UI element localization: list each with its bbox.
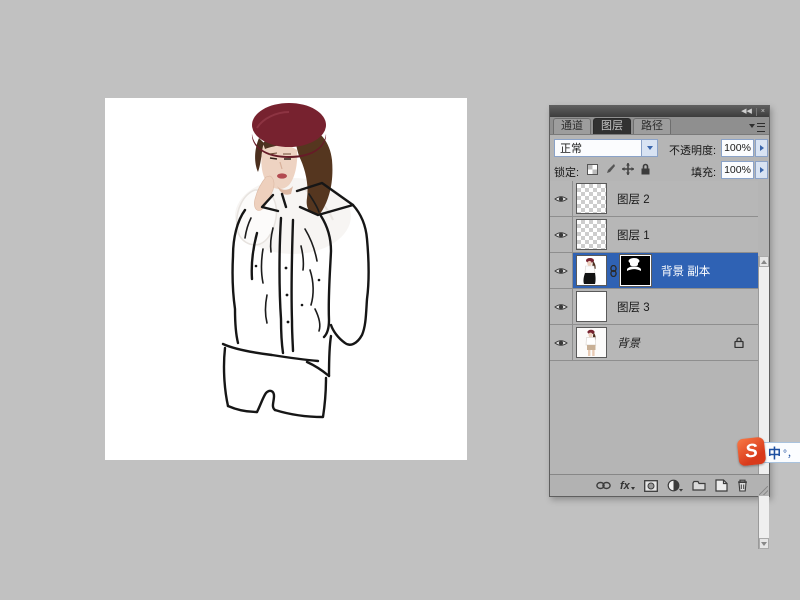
layers-scrollbar[interactable]	[758, 256, 769, 549]
layer-row-layer2[interactable]: 图层 2	[550, 181, 758, 217]
sogou-ime-logo[interactable]: S	[737, 437, 767, 467]
lock-label: 锁定:	[554, 164, 579, 180]
layer-style-fx-icon[interactable]: fx	[620, 480, 635, 492]
arrow-right-icon	[760, 145, 764, 151]
eye-icon[interactable]	[554, 230, 568, 240]
visibility-cell[interactable]	[550, 325, 573, 360]
blend-mode-value: 正常	[555, 140, 641, 156]
layer-name: 图层 2	[617, 191, 650, 207]
mask-link-icon[interactable]	[609, 265, 618, 277]
lock-buttons	[587, 163, 651, 175]
triangle-up-icon	[761, 260, 767, 264]
fill-input[interactable]: 100%	[721, 161, 754, 179]
visibility-cell[interactable]	[550, 217, 573, 252]
lock-position-move-icon[interactable]	[622, 163, 634, 175]
delete-layer-trash-icon[interactable]	[737, 479, 748, 492]
arrow-right-icon	[760, 167, 764, 173]
sogou-s-letter: S	[744, 441, 759, 461]
lock-all-icon[interactable]	[640, 163, 651, 175]
layer-row-background-copy[interactable]: 背景 副本	[550, 253, 758, 289]
new-group-icon[interactable]	[692, 480, 706, 491]
ime-status-bar[interactable]: 中 °，	[762, 442, 800, 463]
artwork-woman-sketch	[105, 98, 467, 460]
opacity-input[interactable]: 100%	[721, 139, 754, 157]
eye-icon[interactable]	[554, 266, 568, 276]
menu-lines-icon	[757, 123, 765, 132]
document-canvas[interactable]	[105, 98, 467, 460]
layer-row-background[interactable]: 背景	[550, 325, 758, 361]
ime-punctuation[interactable]: °，	[783, 445, 797, 460]
background-lock-icon	[734, 336, 744, 348]
layers-list: 图层 2 图层 1 背景	[550, 181, 769, 474]
tab-layers[interactable]: 图层	[593, 118, 631, 134]
new-layer-icon[interactable]	[715, 479, 728, 492]
layer-thumbnail[interactable]	[576, 291, 607, 322]
scroll-down-button[interactable]	[759, 538, 769, 549]
layers-bottom-toolbar: fx	[550, 474, 769, 496]
tab-channels[interactable]: 通道	[553, 118, 591, 134]
eye-icon[interactable]	[554, 194, 568, 204]
layer-mask-thumbnail[interactable]	[620, 255, 651, 286]
scroll-up-button[interactable]	[759, 256, 769, 267]
eye-icon[interactable]	[554, 302, 568, 312]
fx-menu-arrow-icon	[631, 487, 635, 490]
fill-slider-button[interactable]	[755, 161, 768, 179]
layer-thumbnail[interactable]	[576, 327, 607, 358]
layer-name: 背景 副本	[661, 263, 710, 279]
lock-transparency-icon[interactable]	[587, 164, 598, 175]
fx-label: fx	[620, 480, 630, 492]
visibility-cell[interactable]	[550, 289, 573, 324]
dropdown-button[interactable]	[641, 140, 657, 156]
layer-thumbnail[interactable]	[576, 183, 607, 214]
panel-menu-icon[interactable]	[749, 120, 765, 132]
layers-panel: ◀◀ × 通道 图层 路径 正常 不透明度: 100% 锁定: 填充: 100%	[549, 105, 770, 497]
fill-label: 填充:	[691, 164, 716, 180]
panel-titlebar: ◀◀ ×	[550, 106, 769, 117]
lock-pixels-brush-icon[interactable]	[604, 163, 616, 175]
opacity-label: 不透明度:	[669, 142, 716, 158]
tab-paths[interactable]: 路径	[633, 118, 671, 134]
layer-thumbnail[interactable]	[576, 255, 607, 286]
triangle-down-icon	[761, 542, 767, 546]
collapse-panel-button[interactable]: ◀◀	[737, 107, 756, 117]
layer-row-layer3[interactable]: 图层 3	[550, 289, 758, 325]
panel-tabstrip: 通道 图层 路径	[550, 117, 769, 135]
link-layers-icon[interactable]	[596, 481, 611, 490]
layer-name: 图层 1	[617, 227, 650, 243]
visibility-cell[interactable]	[550, 253, 573, 288]
eye-icon[interactable]	[554, 338, 568, 348]
layer-row-layer1[interactable]: 图层 1	[550, 217, 758, 253]
new-adjustment-layer-icon[interactable]	[667, 479, 683, 492]
ime-mode-chinese[interactable]: 中	[768, 443, 781, 462]
chevron-down-icon	[647, 146, 653, 150]
layer-name: 背景	[617, 335, 640, 351]
menu-triangle-icon	[749, 124, 755, 128]
ime-toolbar[interactable]: 中 °， S	[738, 438, 800, 468]
panel-resize-grip[interactable]	[759, 486, 768, 495]
opacity-slider-button[interactable]	[755, 139, 768, 157]
visibility-cell[interactable]	[550, 181, 573, 216]
add-layer-mask-icon[interactable]	[644, 480, 658, 492]
close-panel-button[interactable]: ×	[757, 107, 769, 117]
layer-thumbnail[interactable]	[576, 219, 607, 250]
blend-mode-dropdown[interactable]: 正常	[554, 139, 658, 157]
layer-name: 图层 3	[617, 299, 650, 315]
